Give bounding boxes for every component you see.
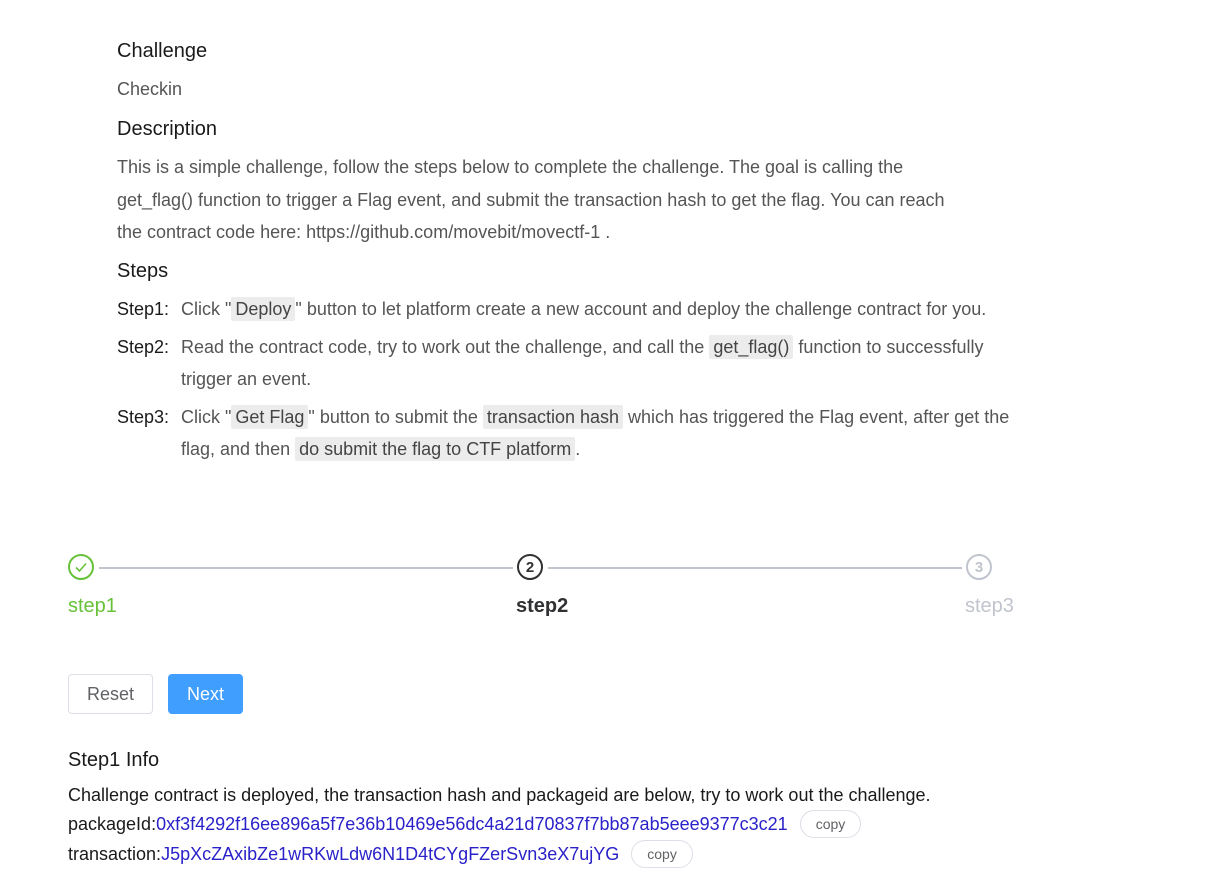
description-line-1: This is a simple challenge, follow the s… xyxy=(117,157,904,177)
steps-heading: Steps xyxy=(117,260,169,282)
step3-title: step3 xyxy=(965,595,1014,617)
reset-button[interactable]: Reset xyxy=(68,674,153,714)
step1-check-icon xyxy=(68,554,94,580)
progress-line-2 xyxy=(548,567,962,569)
transaction-link[interactable]: J5pXcZAxibZe1wRKwLdw6N1D4tCYgFZerSvn3eX7… xyxy=(161,844,619,865)
step3-mid-1: " button to submit the xyxy=(308,406,483,427)
copy-package-id-button[interactable]: copy xyxy=(799,810,862,838)
copy-transaction-button[interactable]: copy xyxy=(631,840,693,868)
step3-number-icon: 3 xyxy=(966,554,992,580)
step3-code-submit-flag: do submit the flag to CTF platform xyxy=(295,437,576,461)
step-label-1: Step1: xyxy=(117,299,170,319)
package-id-row: packageId: 0xf3f4292f16ee896a5f7e36b1046… xyxy=(68,810,862,838)
next-button[interactable]: Next xyxy=(168,674,243,714)
challenge-page: Challenge Checkin Description This is a … xyxy=(0,0,1227,872)
step2-pre: Read the contract code, try to work out … xyxy=(181,336,710,357)
description-line-3: the contract code here: https://github.c… xyxy=(117,222,611,242)
step-label-3: Step3: xyxy=(117,406,170,427)
transaction-label: transaction: xyxy=(68,843,162,864)
step-row-1: Step1: Click " Deploy " button to let plat… xyxy=(117,293,1017,326)
step1-title: step1 xyxy=(68,595,117,617)
step1-pre: Click " xyxy=(181,299,232,319)
step3-post: . xyxy=(575,439,581,459)
description-line-2: get_flag() function to trigger a Flag ev… xyxy=(117,189,945,210)
step2-title: step2 xyxy=(516,595,569,617)
step2-code-get-flag: get_flag() xyxy=(709,334,794,359)
step3-code-transaction-hash: transaction hash xyxy=(482,404,624,429)
step1-post: " button to let platform create a new ac… xyxy=(295,299,987,319)
description-text: This is a simple challenge, follow the s… xyxy=(117,151,1017,249)
info-message: Challenge contract is deployed, the tran… xyxy=(68,785,931,805)
step2-number-icon: 2 xyxy=(517,554,543,580)
step-row-3: Step3: Click " Get Flag " button to submit… xyxy=(117,401,1017,466)
step-text-3: Click " Get Flag " button to submit the tr… xyxy=(181,401,1011,466)
step1-code-deploy: Deploy xyxy=(231,297,296,321)
step-text-2: Read the contract code, try to work out … xyxy=(181,331,1011,396)
step-row-2: Step2: Read the contract code, try to wo… xyxy=(117,331,1017,396)
transaction-row: transaction: J5pXcZAxibZe1wRKwLdw6N1D4tCY… xyxy=(68,840,693,868)
step-text-1: Click " Deploy " button to let platform cr… xyxy=(181,293,1011,326)
info-heading: Step1 Info xyxy=(68,749,160,771)
steps-list: Step1: Click " Deploy " button to let plat… xyxy=(117,293,1017,471)
package-id-label: packageId: xyxy=(68,813,157,834)
description-heading: Description xyxy=(117,118,218,140)
progress-line-1 xyxy=(99,567,513,569)
challenge-name: Checkin xyxy=(117,79,183,99)
challenge-heading: Challenge xyxy=(117,40,208,62)
step3-pre: Click " xyxy=(181,406,232,427)
step3-code-get-flag-button: Get Flag xyxy=(231,404,309,429)
package-id-link[interactable]: 0xf3f4292f16ee896a5f7e36b10469e56dc4a21d… xyxy=(156,814,788,835)
step-label-2: Step2: xyxy=(117,336,170,357)
